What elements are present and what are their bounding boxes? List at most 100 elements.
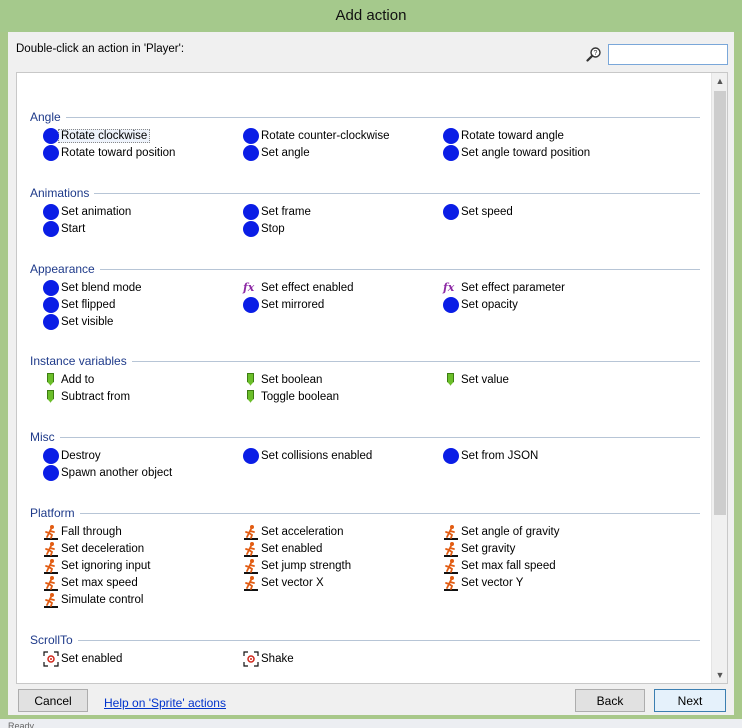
action-item-fall-through[interactable]: Fall through — [43, 523, 122, 540]
action-item-set-value[interactable]: Set value — [443, 371, 509, 388]
scroll-down-icon[interactable]: ▼ — [712, 667, 727, 683]
action-item-set-opacity[interactable]: Set opacity — [443, 296, 518, 313]
action-label: Set enabled — [61, 652, 123, 665]
tag-shape — [447, 372, 454, 386]
vertical-scrollbar[interactable]: ▲ ▼ — [711, 73, 727, 683]
variable-tag-icon — [243, 389, 259, 405]
action-item-set-effect-enabled[interactable]: fx Set effect enabled — [243, 279, 354, 296]
group-title: Misc — [30, 430, 55, 444]
action-label: Set blend mode — [61, 281, 142, 294]
group-header: ScrollTo — [30, 632, 700, 648]
action-item-simulate-control[interactable]: Simulate control — [43, 591, 143, 608]
action-item-rotate-toward-position[interactable]: Rotate toward position — [43, 144, 175, 161]
action-item-start[interactable]: Start — [43, 220, 85, 237]
tag-shape — [247, 372, 254, 386]
platform-runner-icon — [43, 575, 59, 591]
action-item-set-enabled[interactable]: Set enabled — [43, 650, 122, 667]
blue-circle-icon — [243, 203, 259, 220]
next-button[interactable]: Next — [654, 689, 726, 712]
action-item-set-mirrored[interactable]: Set mirrored — [243, 296, 324, 313]
action-item-set-max-fall-speed[interactable]: Set max fall speed — [443, 557, 556, 574]
group-title: Angle — [30, 110, 61, 124]
action-label: Set max fall speed — [461, 559, 556, 572]
search-icon: ? — [586, 47, 601, 62]
action-item-shake[interactable]: Shake — [243, 650, 294, 667]
action-label: Set jump strength — [261, 559, 352, 572]
action-item-set-from-json[interactable]: Set from JSON — [443, 447, 538, 464]
blue-circle-icon — [43, 279, 59, 296]
blue-circle-icon — [243, 144, 259, 161]
action-item-stop[interactable]: Stop — [243, 220, 285, 237]
action-label: Set frame — [261, 205, 311, 218]
back-button[interactable]: Back — [575, 689, 645, 712]
action-item-add-to[interactable]: Add to — [43, 371, 94, 388]
platform-runner-icon — [243, 575, 259, 591]
action-item-set-angle-of-gravity[interactable]: Set angle of gravity — [443, 523, 559, 540]
blue-circle-icon — [43, 313, 59, 330]
action-label: Rotate toward position — [61, 146, 176, 159]
action-item-set-speed[interactable]: Set speed — [443, 203, 513, 220]
action-item-set-max-speed[interactable]: Set max speed — [43, 574, 138, 591]
action-label: Subtract from — [61, 390, 131, 403]
action-item-set-angle[interactable]: Set angle — [243, 144, 310, 161]
action-label: Set vector Y — [461, 576, 524, 589]
platform-runner-icon — [43, 558, 59, 574]
action-label: Set mirrored — [261, 298, 325, 311]
action-item-destroy[interactable]: Destroy — [43, 447, 101, 464]
action-label: Set vector X — [261, 576, 324, 589]
variable-tag-icon — [43, 372, 59, 388]
action-item-set-effect-parameter[interactable]: fx Set effect parameter — [443, 279, 565, 296]
action-item-set-jump-strength[interactable]: Set jump strength — [243, 557, 351, 574]
action-item-spawn-another-object[interactable]: Spawn another object — [43, 464, 172, 481]
action-item-set-angle-toward-position[interactable]: Set angle toward position — [443, 144, 590, 161]
action-item-rotate-counter-clockwise[interactable]: Rotate counter-clockwise — [243, 127, 389, 144]
action-item-set-flipped[interactable]: Set flipped — [43, 296, 115, 313]
scroll-up-icon[interactable]: ▲ — [712, 73, 727, 89]
action-item-set-visible[interactable]: Set visible — [43, 313, 113, 330]
action-item-rotate-toward-angle[interactable]: Rotate toward angle — [443, 127, 564, 144]
action-item-set-vector-y[interactable]: Set vector Y — [443, 574, 523, 591]
search-input[interactable] — [608, 44, 728, 65]
action-item-set-vector-x[interactable]: Set vector X — [243, 574, 324, 591]
action-item-set-gravity[interactable]: Set gravity — [443, 540, 515, 557]
help-link[interactable]: Help on 'Sprite' actions — [104, 696, 226, 710]
action-item-set-ignoring-input[interactable]: Set ignoring input — [43, 557, 151, 574]
action-label: Shake — [261, 652, 294, 665]
action-item-set-enabled[interactable]: Set enabled — [243, 540, 322, 557]
instruction-label: Double-click an action in 'Player': — [16, 43, 185, 55]
action-item-set-animation[interactable]: Set animation — [43, 203, 131, 220]
blue-circle-icon — [243, 447, 259, 464]
action-item-set-acceleration[interactable]: Set acceleration — [243, 523, 343, 540]
group-title: Animations — [30, 186, 90, 200]
action-item-set-frame[interactable]: Set frame — [243, 203, 311, 220]
action-label: Set deceleration — [61, 542, 145, 555]
action-item-toggle-boolean[interactable]: Toggle boolean — [243, 388, 339, 405]
action-item-rotate-clockwise[interactable]: Rotate clockwise — [43, 127, 151, 144]
action-label: Add to — [61, 373, 95, 386]
action-item-set-deceleration[interactable]: Set deceleration — [43, 540, 144, 557]
group-header: Instance variables — [30, 353, 700, 369]
blue-circle-icon — [43, 127, 59, 144]
action-label: Set visible — [61, 315, 114, 328]
blue-circle-icon — [443, 127, 459, 144]
action-label: Toggle boolean — [261, 390, 340, 403]
group-header: Misc — [30, 429, 700, 445]
action-label: Spawn another object — [61, 466, 173, 479]
group-title: Platform — [30, 506, 75, 520]
scrollbar-thumb[interactable] — [714, 91, 726, 515]
action-item-subtract-from[interactable]: Subtract from — [43, 388, 130, 405]
action-item-set-blend-mode[interactable]: Set blend mode — [43, 279, 142, 296]
action-item-set-collisions-enabled[interactable]: Set collisions enabled — [243, 447, 372, 464]
platform-runner-icon — [243, 558, 259, 574]
action-label: Set angle toward position — [461, 146, 591, 159]
action-list[interactable]: Angle Rotate clockwise Rotate counter-cloc… — [16, 72, 728, 684]
action-label: Set from JSON — [461, 449, 539, 462]
tag-shape — [247, 389, 254, 403]
svg-text:?: ? — [594, 50, 598, 57]
action-label: Set value — [461, 373, 509, 386]
action-item-set-boolean[interactable]: Set boolean — [243, 371, 322, 388]
tag-shape — [47, 389, 54, 403]
tag-shape — [47, 372, 54, 386]
group-title: Instance variables — [30, 354, 127, 368]
cancel-button[interactable]: Cancel — [18, 689, 88, 712]
